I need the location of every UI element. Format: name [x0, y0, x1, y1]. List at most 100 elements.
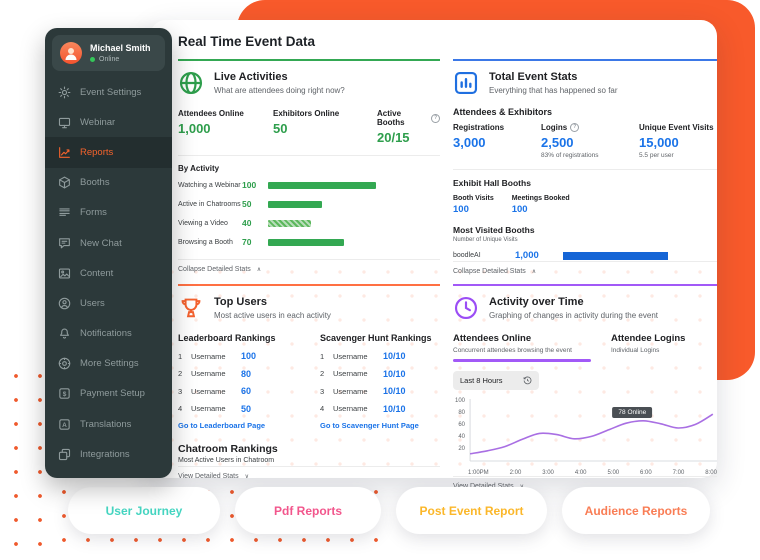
- dollar-square-icon: $: [58, 387, 71, 400]
- panel-title: Live Activities: [214, 71, 288, 83]
- chart-line-icon: [58, 146, 71, 159]
- sidebar-item-label: Notifications: [80, 328, 132, 340]
- section-exhibit-hall: Exhibit Hall Booths: [453, 178, 531, 188]
- online-status-dot: [90, 57, 95, 62]
- activity-bar: [268, 219, 312, 227]
- bell-icon: [58, 327, 71, 340]
- sidebar: Michael Smith Online Event Settings Webi…: [45, 28, 172, 478]
- caret-down-icon: ∨: [244, 474, 249, 480]
- monitor-icon: [58, 116, 71, 129]
- audience-reports-button[interactable]: Audience Reports: [562, 487, 710, 534]
- sidebar-item-reports[interactable]: Reports: [45, 137, 172, 168]
- top-users-panel: Top Users Most active users in each acti…: [178, 284, 440, 480]
- activity-row: Active in Chatrooms 50: [178, 199, 440, 209]
- activity-row: Viewing a Video 40: [178, 218, 440, 228]
- sidebar-item-translations[interactable]: A Translations: [45, 409, 172, 439]
- stat-registrations: Registrations 3,000: [453, 123, 505, 150]
- caret-up-icon: ∧: [256, 267, 262, 273]
- footer-buttons: User Journey Pdf Reports Post Event Repo…: [68, 487, 710, 534]
- tab-attendees-online[interactable]: Attendees Online Concurrent attendees br…: [453, 333, 603, 362]
- panel-subtitle: Everything that has happened so far: [489, 86, 618, 95]
- scavenger-hunt-rankings: Scavenger Hunt Rankings 1 Username 10/10 2…: [320, 333, 440, 430]
- sidebar-item-label: Translations: [80, 418, 132, 430]
- page-title: Real Time Event Data: [178, 34, 316, 49]
- image-icon: [58, 267, 71, 280]
- sidebar-item-label: Booths: [80, 177, 110, 189]
- sidebar-item-label: Reports: [80, 146, 114, 158]
- ranking-row: 2 Username 80: [178, 368, 252, 379]
- sidebar-item-forms[interactable]: Forms: [45, 198, 172, 228]
- sidebar-item-booths[interactable]: Booths: [45, 168, 172, 198]
- ranking-row: 4 Username 50: [178, 403, 252, 414]
- ranking-row: 1 Username 10/10: [320, 351, 406, 361]
- user-circle-icon: [58, 297, 71, 310]
- chart-y-labels: 100 80 60 40 20: [454, 397, 465, 452]
- ranking-row: 1 Username 100: [178, 351, 257, 361]
- sidebar-item-label: New Chat: [80, 237, 122, 249]
- pdf-reports-button[interactable]: Pdf Reports: [235, 487, 381, 534]
- stat-attendees-online: Attendees Online 1,000: [178, 109, 244, 136]
- sidebar-item-label: More Settings: [80, 358, 139, 370]
- cube-icon: [58, 176, 71, 189]
- ranking-row: 3 Username 60: [178, 386, 252, 396]
- section-attendees-exhibitors: Attendees & Exhibitors: [453, 107, 553, 117]
- section-most-visited: Most Visited Booths: [453, 225, 535, 235]
- stat-active-booths: Active Booths? 20/15: [377, 109, 440, 145]
- bar-chart-icon: [453, 70, 479, 96]
- activity-row: Browsing a Booth 70: [178, 237, 440, 247]
- caret-up-icon: ∧: [531, 269, 537, 275]
- total-event-stats-panel: Total Event Stats Everything that has ha…: [453, 59, 717, 275]
- ranking-row: 3 Username 10/10: [320, 386, 406, 396]
- user-name: Michael Smith: [90, 43, 151, 53]
- sidebar-item-label: Forms: [80, 207, 107, 219]
- ranking-row: 2 Username 10/10: [320, 368, 406, 379]
- sidebar-item-event-settings[interactable]: Event Settings: [45, 77, 172, 107]
- info-icon[interactable]: ?: [570, 123, 580, 132]
- sidebar-item-label: Webinar: [80, 116, 116, 128]
- go-to-leaderboard-link[interactable]: Go to Leaderboard Page: [178, 421, 320, 430]
- integrations-icon: [58, 448, 71, 461]
- tab-attendee-logins[interactable]: Attendee Logins Individual Logins: [603, 333, 717, 362]
- activity-bar: [268, 200, 322, 208]
- activity-bar: [268, 181, 376, 189]
- svg-text:$: $: [63, 391, 67, 398]
- chart-tooltip: 78 Online: [612, 406, 653, 418]
- go-to-scavenger-link[interactable]: Go to Scavenger Hunt Page: [320, 421, 440, 430]
- collapse-detailed-stats[interactable]: Collapse Detailed Stats ∧: [453, 261, 717, 275]
- translate-icon: A: [58, 418, 71, 431]
- globe-icon: [178, 70, 204, 96]
- post-event-report-button[interactable]: Post Event Report: [396, 487, 547, 534]
- chatroom-rankings-subtitle: Most Active Users in Chatroom: [178, 457, 275, 464]
- stat-meetings-booked: Meetings Booked 100: [511, 195, 570, 215]
- booth-bar: [563, 251, 668, 260]
- sidebar-item-webinar[interactable]: Webinar: [45, 107, 172, 137]
- sidebar-item-users[interactable]: Users: [45, 288, 172, 318]
- gear-icon: [58, 86, 71, 99]
- most-visited-subtitle: Number of Unique Visits: [453, 237, 518, 243]
- sidebar-item-new-chat[interactable]: New Chat: [45, 228, 172, 258]
- most-visited-row: boodleAI 1,000: [453, 250, 717, 261]
- activity-over-time-panel: Activity over Time Graphing of changes i…: [453, 284, 717, 490]
- divider: [178, 155, 440, 156]
- sidebar-item-more-settings[interactable]: More Settings: [45, 349, 172, 379]
- activity-chart: 100 80 60 40 20 78 Online: [453, 397, 717, 467]
- collapse-detailed-stats[interactable]: Collapse Detailed Stats ∧: [178, 259, 440, 273]
- divider: [453, 169, 717, 170]
- sidebar-item-payment-setup[interactable]: $ Payment Setup: [45, 379, 172, 409]
- chatroom-rankings-title: Chatroom Rankings: [178, 443, 278, 455]
- time-range-dropdown[interactable]: Last 8 Hours: [453, 370, 539, 390]
- panels-grid: Live Activities What are attendees doing…: [178, 59, 717, 490]
- list-lines-icon: [58, 206, 71, 219]
- sidebar-item-notifications[interactable]: Notifications: [45, 319, 172, 349]
- info-icon[interactable]: ?: [431, 113, 440, 123]
- sidebar-item-integrations[interactable]: Integrations: [45, 439, 172, 469]
- sidebar-item-label: Users: [80, 297, 105, 309]
- view-detailed-stats[interactable]: View Detailed Stats∨: [178, 466, 440, 480]
- panel-title: Activity over Time: [489, 296, 584, 308]
- user-journey-button[interactable]: User Journey: [68, 487, 220, 534]
- leaderboard-rankings: Leaderboard Rankings 1 Username 100 2 Usern…: [178, 333, 320, 430]
- panel-title: Top Users: [214, 296, 267, 308]
- sidebar-menu: Event Settings Webinar Reports Booths Fo…: [45, 77, 172, 469]
- user-profile[interactable]: Michael Smith Online: [52, 35, 165, 71]
- sidebar-item-content[interactable]: Content: [45, 258, 172, 288]
